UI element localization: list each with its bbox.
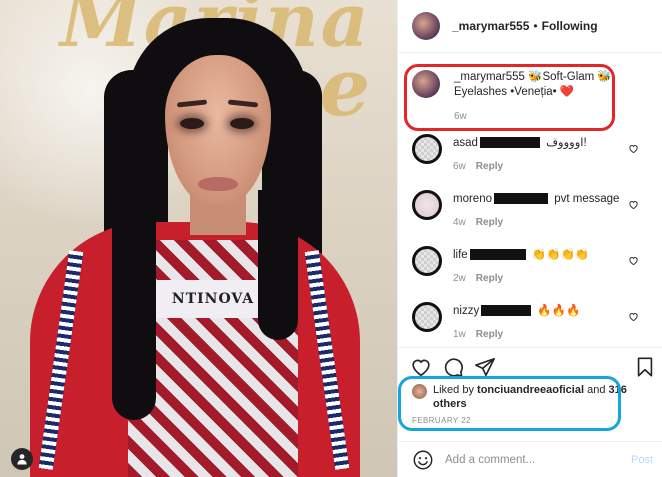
comment-body: asad اووووف! 6w Reply [453,134,587,190]
redaction-bar [494,193,548,205]
post-caption: _marymar555 🐝Soft-Glam 🐝 Eyelashes •Vene… [398,54,662,134]
liker-username[interactable]: tonciuandreeaoficial [477,384,584,396]
caption-username[interactable]: _marymar555 [454,71,525,83]
comment-age: 1w [453,329,466,340]
comment-avatar[interactable] [412,134,442,164]
caption-avatar[interactable] [412,70,440,98]
post-photo[interactable]: Marina ke NTINOVA [0,0,397,477]
caption-body: _marymar555 🐝Soft-Glam 🐝 Eyelashes •Vene… [454,70,649,134]
post-comment-button[interactable]: Post [631,454,653,466]
comment-username[interactable]: life [453,249,468,261]
photo-hair-front-right [258,190,298,340]
caption-age: 6w [454,111,467,122]
photo-eye-left [180,118,204,129]
post-side-panel: _marymar555 • Following _marymar555 🐝Sof… [397,0,662,477]
following-button[interactable]: Following [542,19,598,33]
comment-row: moreno pvt message 4w Reply [398,190,662,246]
comment-body: moreno pvt message 4w Reply [453,190,619,246]
post-header: _marymar555 • Following [398,0,662,53]
comments-list[interactable]: _marymar555 🐝Soft-Glam 🐝 Eyelashes •Vene… [398,54,662,344]
redaction-bar [469,249,526,261]
header-separator: • [533,19,538,33]
reply-button[interactable]: Reply [476,161,503,172]
post-actions-bar [398,347,662,381]
bookmark-icon[interactable] [634,356,656,378]
add-comment-input[interactable] [445,453,615,466]
redaction-bar [481,305,532,317]
comment-like-heart-icon[interactable] [628,143,639,154]
comment-like-heart-icon[interactable] [628,311,639,322]
comment-age: 2w [453,273,466,284]
redaction-bar [479,137,540,149]
reply-button[interactable]: Reply [476,329,503,340]
comment-row: asad اووووف! 6w Reply [398,134,662,190]
user-tag-button[interactable] [11,448,33,470]
comment-text: pvt message [554,193,620,205]
user-tag-icon [17,454,27,465]
liker-avatar[interactable] [412,384,427,399]
likes-prefix: Liked by [433,384,474,396]
comment-text: اووووف! [546,137,587,149]
smiley-icon[interactable] [412,449,434,471]
paper-plane-icon[interactable] [474,356,496,378]
comment-body: nizzy 🔥🔥🔥 1w Reply [453,302,580,344]
comment-age: 4w [453,217,466,228]
comment-text: 👏👏👏👏 [531,249,590,261]
comment-avatar[interactable] [412,302,442,332]
likes-conjunction: and [587,384,606,396]
photo-hair-front-left [112,190,156,420]
likes-section: Liked by tonciuandreeaoficial and 316 ot… [398,378,662,432]
comment-username[interactable]: asad [453,137,478,149]
comment-like-heart-icon[interactable] [628,255,639,266]
reply-button[interactable]: Reply [476,273,503,284]
comment-row: nizzy 🔥🔥🔥 1w Reply [398,302,662,344]
comment-body: life 👏👏👏👏 2w Reply [453,246,589,302]
reply-button[interactable]: Reply [476,217,503,228]
comment-age: 6w [453,161,466,172]
comment-row: life 👏👏👏👏 2w Reply [398,246,662,302]
author-username[interactable]: _marymar555 [452,19,529,33]
photo-eye-right [230,118,254,129]
comment-username[interactable]: nizzy [453,305,479,317]
comment-icon[interactable] [442,356,464,378]
comment-text: 🔥🔥🔥 [537,305,581,317]
comment-avatar[interactable] [412,246,442,276]
photo-lips [198,177,238,191]
comment-avatar[interactable] [412,190,442,220]
author-avatar[interactable] [412,12,440,40]
comment-like-heart-icon[interactable] [628,199,639,210]
likes-summary: Liked by tonciuandreeaoficial and 316 ot… [433,383,633,411]
heart-icon[interactable] [410,356,432,378]
comment-username[interactable]: moreno [453,193,492,205]
comment-composer: Post [398,441,662,477]
post-date: FEBRUARY 22 [412,416,471,425]
